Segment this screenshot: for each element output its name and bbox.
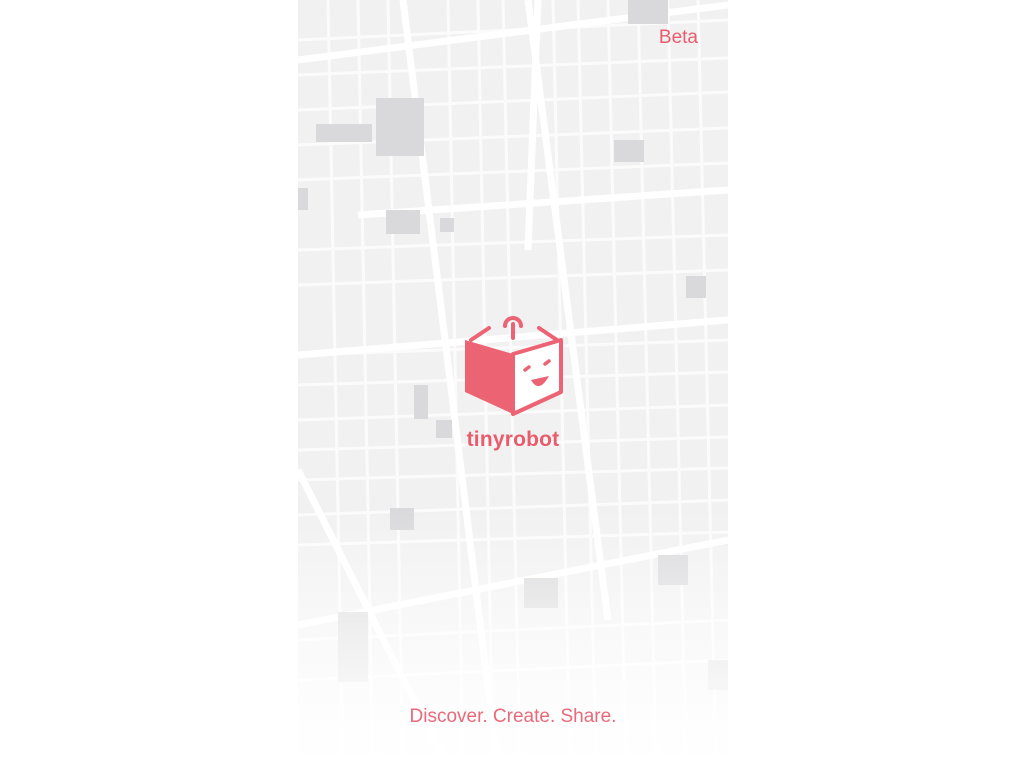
robot-cube-icon <box>465 316 563 416</box>
splash-screen: Beta tinyrobot Discover. Create. Share. <box>298 0 728 768</box>
bottom-fade-overlay <box>298 508 728 768</box>
tagline: Discover. Create. Share. <box>409 706 617 727</box>
beta-badge: Beta <box>658 27 698 48</box>
app-name: tinyrobot <box>466 428 560 451</box>
app-logo: tinyrobot <box>448 310 578 452</box>
